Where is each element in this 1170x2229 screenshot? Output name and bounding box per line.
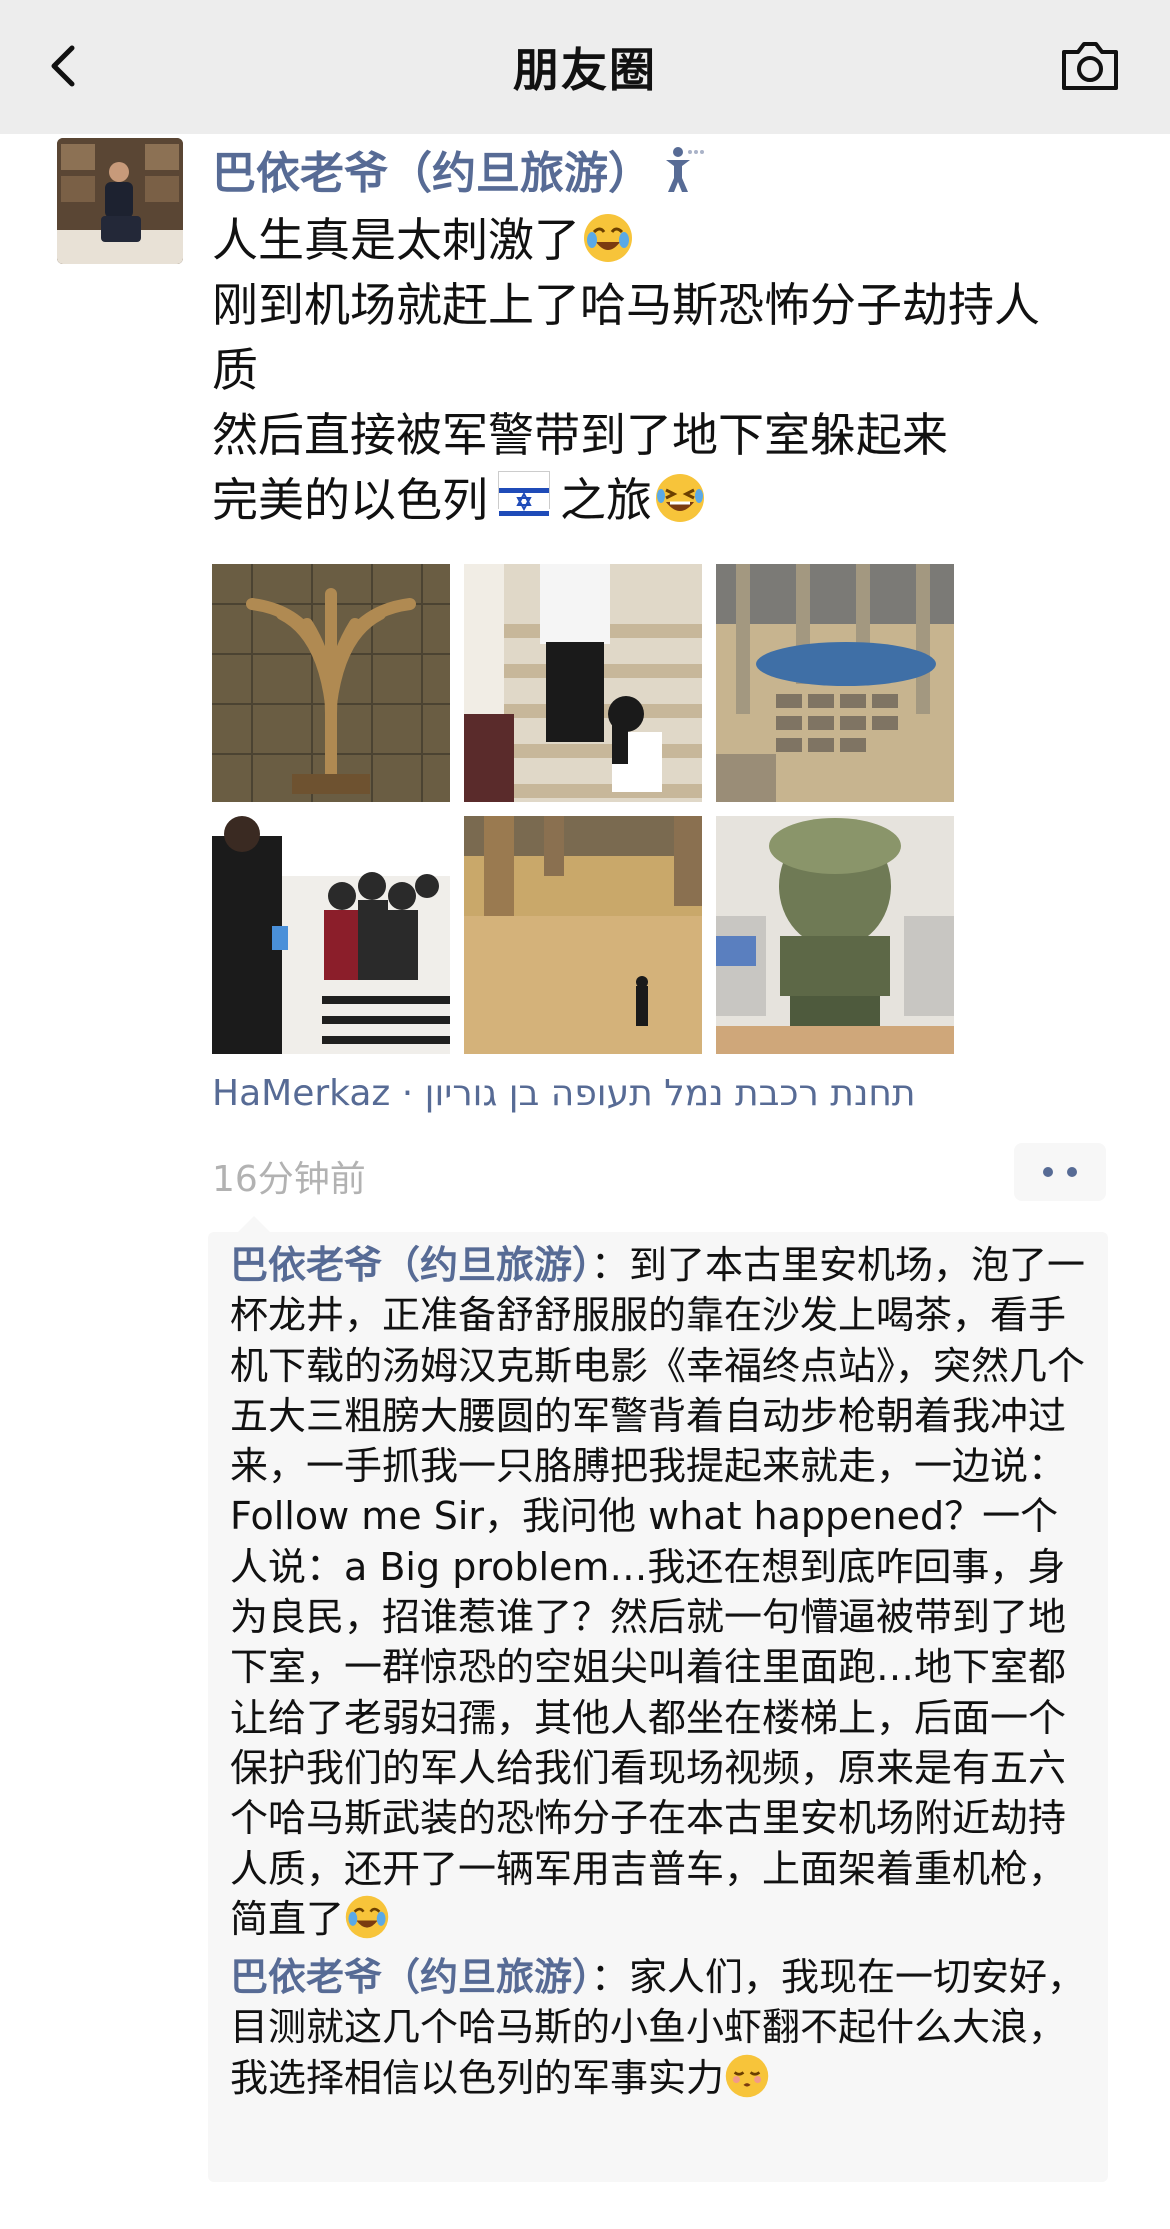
- relieved-kiss-emoji: [724, 2053, 770, 2099]
- page-title: 朋友圈: [513, 43, 657, 97]
- stairs-people-photo[interactable]: [464, 564, 702, 802]
- israel-flag-emoji: [498, 471, 550, 520]
- photo-grid: [212, 564, 954, 1054]
- back-button[interactable]: [40, 34, 100, 98]
- grinning-tears-emoji: [654, 472, 706, 524]
- comment-item[interactable]: 巴依老爷（约旦旅游）：家人们，我现在一切安好，目测就这几个哈马斯的小鱼小虾翻不起…: [230, 1952, 1090, 2103]
- post-line: 质: [212, 343, 258, 397]
- comment-item[interactable]: 巴依老爷（约旦旅游）：到了本古里安机场，泡了一杯龙井，正准备舒舒服服的靠在沙发上…: [230, 1240, 1090, 1944]
- avatar-image: [57, 138, 183, 264]
- camera-icon: [1062, 42, 1118, 90]
- post-line: 人生真是太刺激了: [212, 213, 580, 267]
- nav-bar: 朋友圈: [0, 0, 1170, 134]
- moment-post: 巴依老爷（约旦旅游） 人生真是太刺激了 刚到机场就赶上了哈马斯恐怖分子劫持人 质…: [212, 138, 1112, 533]
- author-name[interactable]: 巴依老爷（约旦旅游）: [212, 137, 652, 201]
- post-line: 然后直接被军警带到了地下室躲起来: [212, 408, 948, 462]
- dot-icon: [1067, 1167, 1077, 1177]
- menorah-sculpture-photo[interactable]: [212, 564, 450, 802]
- chevron-left-icon: [51, 45, 75, 87]
- comment-text: ：到了本古里安机场，泡了一杯龙井，正准备舒舒服服的靠在沙发上喝茶，看手机下载的汤…: [230, 1243, 1086, 1941]
- author-avatar[interactable]: [57, 138, 183, 264]
- post-time: 16分钟前: [212, 1159, 366, 1200]
- location-link[interactable]: HaMerkaz · תחנת רכבת נמל תעופה בן גוריון: [212, 1073, 916, 1114]
- bronze-bust-photo[interactable]: [716, 816, 954, 1054]
- comment-author[interactable]: 巴依老爷（约旦旅游）: [230, 1243, 591, 1287]
- post-line: 完美的以色列: [212, 473, 488, 527]
- airport-hall-photo[interactable]: [716, 564, 954, 802]
- dot-icon: [1043, 1167, 1053, 1177]
- empty-hall-floor-photo[interactable]: [464, 816, 702, 1054]
- post-line: 刚到机场就赶上了哈马斯恐怖分子劫持人: [212, 278, 1040, 332]
- person-status-icon: [658, 144, 708, 194]
- comment-author[interactable]: 巴依老爷（约旦旅游）: [230, 1955, 591, 1999]
- crying-laughing-emoji: [344, 1894, 390, 1940]
- camera-button[interactable]: [1058, 36, 1122, 94]
- comments-section: 巴依老爷（约旦旅游）：到了本古里安机场，泡了一杯龙井，正准备舒舒服服的靠在沙发上…: [208, 1216, 1108, 2182]
- crying-laughing-emoji: [582, 212, 634, 264]
- more-actions-button[interactable]: [1014, 1143, 1106, 1201]
- post-text: 人生真是太刺激了 刚到机场就赶上了哈马斯恐怖分子劫持人 质 然后直接被军警带到了…: [212, 208, 1117, 533]
- stairwell-crowd-photo[interactable]: [212, 816, 450, 1054]
- post-line: 之旅: [560, 473, 652, 527]
- author-row: 巴依老爷（约旦旅游）: [212, 138, 1112, 200]
